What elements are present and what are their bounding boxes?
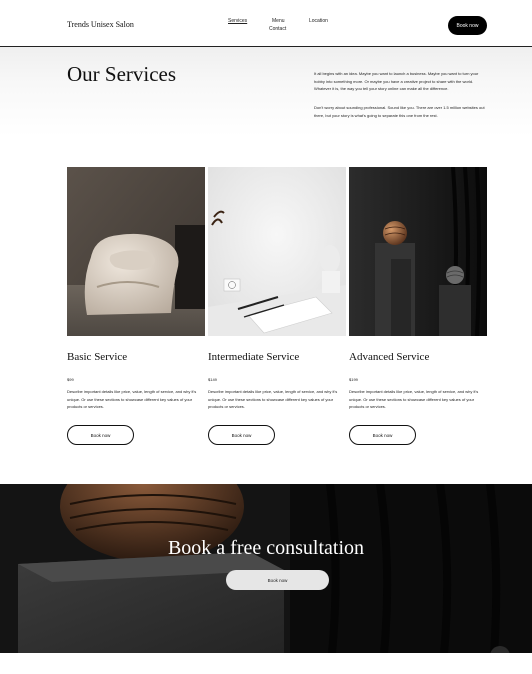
intermediate-service-price: $149 (208, 377, 217, 382)
header-book-button[interactable]: Book now (448, 16, 487, 35)
brand-logo[interactable]: Trends Unisex Salon (67, 20, 134, 29)
advanced-service-title: Advanced Service (349, 351, 430, 363)
basic-service-book-button[interactable]: Book now (67, 425, 134, 445)
consultation-title: Book a free consultation (167, 537, 365, 559)
consultation-banner (0, 484, 532, 653)
intermediate-service-book-button[interactable]: Book now (208, 425, 275, 445)
consultation-book-button[interactable]: Book now (226, 570, 329, 590)
intermediate-service-image (208, 167, 346, 336)
nav-services[interactable]: Services (228, 18, 247, 24)
intro-paragraph-2: Don't worry about sounding professional.… (314, 105, 485, 118)
advanced-service-book-button[interactable]: Book now (349, 425, 416, 445)
basic-service-title: Basic Service (67, 351, 128, 363)
basic-service-description: Describe important details like price, v… (67, 389, 197, 410)
advanced-service-price: $199 (349, 377, 358, 382)
nav-location[interactable]: Location (309, 18, 328, 24)
site-header: Trends Unisex Salon Services Menu Locati… (0, 0, 532, 47)
intro-paragraph-1: It all begins with an idea. Maybe you wa… (314, 71, 479, 92)
intermediate-service-description: Describe important details like price, v… (208, 389, 338, 410)
basic-service-price: $99 (67, 377, 74, 382)
nav-menu[interactable]: Menu (272, 18, 285, 24)
nav-contact[interactable]: Contact (269, 26, 286, 32)
page-title: Our Services (67, 62, 177, 86)
advanced-service-description: Describe important details like price, v… (349, 389, 479, 410)
banner-background-image (0, 484, 532, 653)
basic-service-image (67, 167, 205, 336)
intermediate-service-title: Intermediate Service (208, 351, 300, 363)
advanced-service-image (349, 167, 487, 336)
